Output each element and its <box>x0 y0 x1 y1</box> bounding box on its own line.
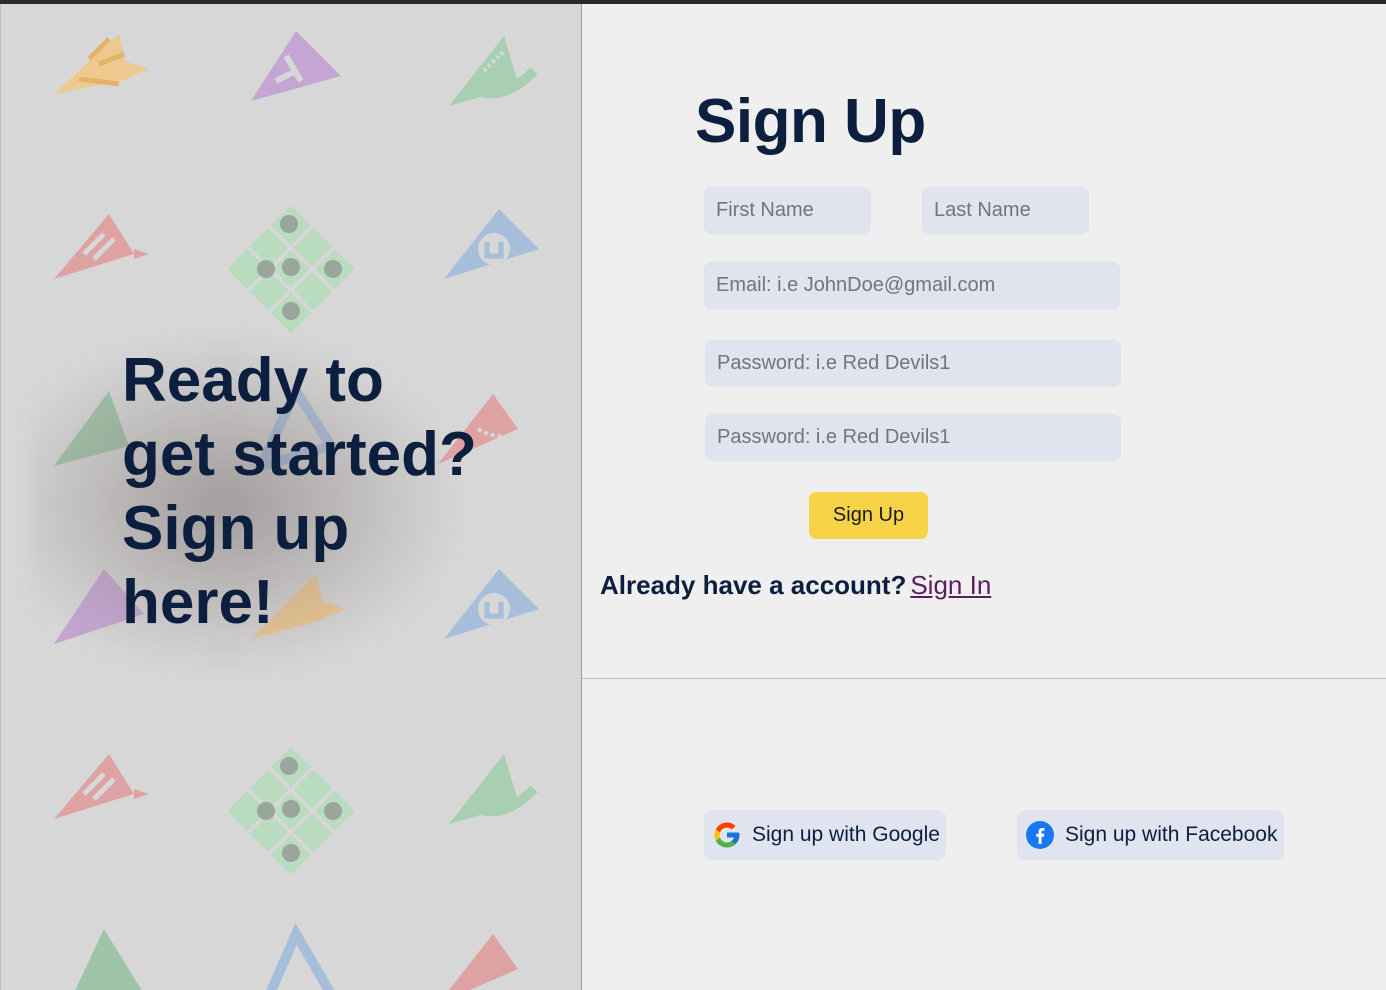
google-signup-button[interactable]: Sign up with Google <box>704 810 946 860</box>
password-input[interactable] <box>705 340 1121 387</box>
page-title: Sign Up <box>695 87 926 156</box>
pennant-icon-green-2 <box>439 744 549 839</box>
facebook-icon <box>1025 820 1055 850</box>
facebook-signup-label: Sign up with Facebook <box>1065 823 1278 846</box>
pennant-icon-red-3 <box>433 924 543 990</box>
checker-ball-icon-2 <box>221 741 361 881</box>
sign-in-link[interactable]: Sign In <box>910 570 991 600</box>
checker-ball-icon <box>221 199 361 339</box>
email-input[interactable] <box>704 262 1120 309</box>
google-signup-label: Sign up with Google <box>752 823 940 846</box>
section-divider <box>582 678 1386 679</box>
signin-prompt-text: Already have a account? <box>600 570 907 600</box>
facebook-signup-button[interactable]: Sign up with Facebook <box>1017 810 1284 860</box>
hero-line-2: get started? <box>122 420 477 489</box>
pennant-icon-blue <box>439 204 549 299</box>
pennant-icon-red-2 <box>49 744 159 839</box>
last-name-input[interactable] <box>922 187 1089 234</box>
google-icon <box>712 820 742 850</box>
pennant-icon-blue-outline-2 <box>246 922 356 990</box>
pennant-icon-purple <box>246 26 356 121</box>
first-name-input[interactable] <box>704 187 871 234</box>
pennant-icon-green-3 <box>49 924 159 990</box>
signin-prompt: Already have a account? Sign In <box>600 570 991 601</box>
pennant-icon-green <box>439 26 549 121</box>
pennant-icon-orange <box>49 24 159 119</box>
left-decorative-panel: Ready to get started? Sign up here! <box>0 4 582 990</box>
hero-line-1: Ready to <box>122 346 384 415</box>
hero-line-4: here! <box>122 568 274 637</box>
pennant-icon-red <box>49 204 159 299</box>
hero-heading: Ready to get started? Sign up here! <box>122 344 482 640</box>
confirm-password-input[interactable] <box>705 414 1121 461</box>
hero-line-3: Sign up <box>122 494 350 563</box>
sign-up-button[interactable]: Sign Up <box>809 492 928 539</box>
